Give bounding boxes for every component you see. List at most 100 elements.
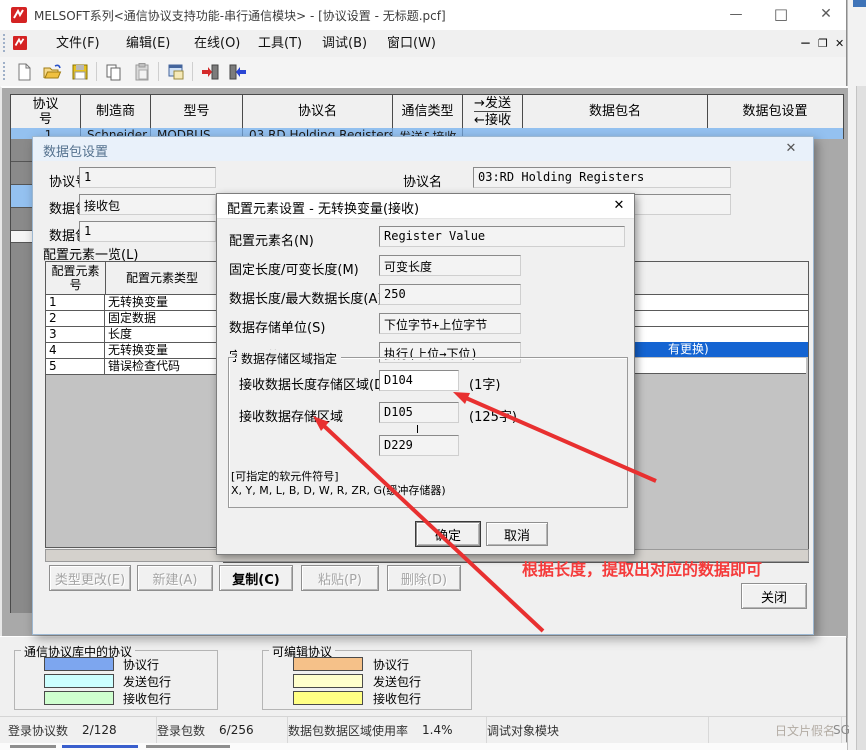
packet-no-field[interactable]: 1 [79,221,216,242]
menu-window[interactable]: 窗口(W) [383,34,440,53]
data-length-label: 数据长度/最大数据长度(A) [229,288,382,307]
status-ime-label: 日文片假名 [775,722,835,739]
write-to-module-icon[interactable] [198,60,222,84]
protocol-name-field[interactable]: 03:RD Holding Registers [473,167,731,188]
background-link-fragment [62,745,138,748]
main-window: MELSOFT系列<通信协议支持功能-串行通信模块> - [协议设置 - 无标题… [0,0,847,742]
element-row[interactable]: 2 固定数据 [46,311,218,327]
new-file-icon[interactable] [12,60,36,84]
mdi-child-icon[interactable] [12,35,28,55]
col-comm-type[interactable]: 通信类型 [393,95,463,128]
col-recv: ←接收 [474,112,511,128]
element-name-field[interactable]: Register Value [379,226,625,247]
ok-button[interactable]: 确定 [416,522,480,546]
col-send-recv[interactable]: →发送 ←接收 [463,95,523,128]
status-value: 1.4% [422,723,453,737]
recv-length-area-field[interactable]: D104 [379,370,459,391]
storage-unit-label: 数据存储单位(S) [229,317,325,336]
save-icon[interactable] [68,60,92,84]
legend-library-group: 通信协议库中的协议 协议行 发送包行 接收包行 [14,650,218,710]
close-button[interactable]: 关闭 [741,583,807,609]
melsoft-logo-icon [10,6,28,28]
recv-data-area-size: (125字) [469,406,517,425]
storage-unit-field[interactable]: 下位字节+上位字节 [379,313,521,334]
toolbar-separator [158,62,159,81]
toolbar-separator [96,62,97,81]
menu-tools[interactable]: 工具(T) [254,34,306,53]
element-row[interactable]: 4 无转换变量 [46,343,218,359]
paste-icon[interactable] [130,60,154,84]
read-from-module-icon[interactable] [226,60,250,84]
cancel-button[interactable]: 取消 [486,522,548,546]
dialog-title: 数据包设置 [43,141,108,160]
copy-icon[interactable] [102,60,126,84]
legend-swatch-protocol [44,657,114,671]
col-packet-name[interactable]: 数据包名 [523,95,708,128]
protocol-table-header: 协议号 制造商 型号 协议名 通信类型 →发送 ←接收 数据包名 数据包设置 [10,94,844,129]
storage-area-group-title: 数据存储区域指定 [237,350,341,367]
status-value: 2/128 [82,723,117,737]
length-type-label: 固定长度/可变长度(M) [229,259,359,278]
legend-label-recv: 接收包行 [123,690,171,707]
col-protocol-no[interactable]: 协议号 [11,95,81,128]
legend-label-send: 发送包行 [373,673,421,690]
element-type: 错误检查代码 [105,359,218,374]
col-protocol-name[interactable]: 协议名 [243,95,393,128]
col-model[interactable]: 型号 [151,95,243,128]
mdi-restore-icon[interactable]: ❐ [814,34,832,53]
close-icon[interactable]: ✕ [804,0,848,29]
element-row[interactable]: 3 长度 [46,327,218,343]
menu-online[interactable]: 在线(O) [190,34,244,53]
legend-swatch-recv [293,691,363,705]
close-icon[interactable]: ✕ [609,197,629,215]
status-label: 调试对象模块 [487,722,559,739]
open-file-icon[interactable] [40,60,64,84]
status-packet-count: 登录包数 6/256 [149,717,288,743]
dialog-title: 配置元素设置 - 无转换变量(接收) [227,198,419,217]
menu-debug[interactable]: 调试(B) [318,34,371,53]
dialog-titlebar[interactable]: 配置元素设置 - 无转换变量(接收) ✕ [217,194,634,219]
element-list-table[interactable]: 配置元素号 配置元素类型 1 无转换变量 2 固定数据 3 长度 4 无转换 [45,261,219,548]
data-length-field[interactable]: 250 [379,284,521,305]
delete-button[interactable]: 删除(D) [387,565,461,591]
module-window-icon[interactable] [164,60,188,84]
legend-swatch-protocol [293,657,363,671]
col-manufacturer[interactable]: 制造商 [81,95,151,128]
packet-type-field[interactable]: 接收包 [79,194,216,215]
col-packet-setting[interactable]: 数据包设置 [708,95,842,128]
toolbar-grip[interactable] [3,34,8,52]
copy-button[interactable]: 复制(C) [219,565,293,591]
recv-data-area-end-field[interactable]: D229 [379,435,459,456]
element-type: 无转换变量 [105,343,218,358]
element-row[interactable]: 1 无转换变量 [46,295,218,311]
menu-edit[interactable]: 编辑(E) [122,34,174,53]
mdi-minimize-icon[interactable]: － [796,34,815,53]
legend-swatch-recv [44,691,114,705]
legend-editable-group: 可编辑协议 协议行 发送包行 接收包行 [262,650,472,710]
status-label: 登录协议数 [8,722,68,739]
menu-file[interactable]: 文件(F) [52,34,104,53]
element-row[interactable]: 5 错误检查代码 [46,359,218,375]
new-button[interactable]: 新建(A) [137,565,213,591]
status-protocol-count: 登录协议数 2/128 [0,717,157,743]
protocol-no-field[interactable]: 1 [79,167,216,188]
background-window-sliver-right [847,0,866,750]
paste-button[interactable]: 粘贴(P) [301,565,379,591]
length-type-field[interactable]: 可变长度 [379,255,521,276]
recv-length-size: (1字) [469,374,500,393]
toolbar-separator [192,62,193,81]
status-sg: SG [828,717,854,743]
change-type-button[interactable]: 类型更改(E) [49,565,131,591]
recv-length-area-label: 接收数据长度存储区域(D) [239,374,389,393]
maximize-icon[interactable]: □ [759,0,803,29]
legend-label-recv: 接收包行 [373,690,421,707]
minimize-icon[interactable]: — [714,0,758,29]
dialog-titlebar[interactable]: 数据包设置 ✕ [33,137,813,161]
close-icon[interactable]: ✕ [781,140,801,158]
element-list-header: 配置元素号 配置元素类型 [46,262,218,295]
col-send: →发送 [474,95,511,112]
window-titlebar[interactable]: MELSOFT系列<通信协议支持功能-串行通信模块> - [协议设置 - 无标题… [0,0,846,31]
toolbar-grip[interactable] [3,62,8,80]
mdi-close-icon[interactable]: ✕ [831,34,848,53]
recv-data-area-start-field[interactable]: D105 [379,402,459,423]
